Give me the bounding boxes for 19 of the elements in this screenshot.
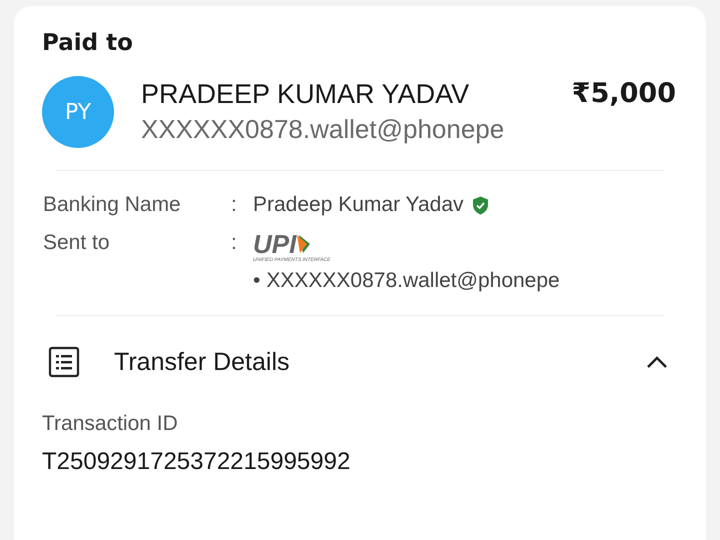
field-value: T2509291725372215995992 [42,448,352,476]
avatar: PY [42,76,114,148]
detail-label: Sent to [43,231,111,255]
section-title: Paid to [42,30,134,56]
amount: ₹5,000 [572,78,676,109]
detail-value: Pradeep Kumar Yadav [253,193,464,217]
chevron-logo-icon [297,234,312,254]
section-title: Transfer Details [114,348,291,376]
separator: : [231,231,238,255]
detail-label: Banking Name [43,193,182,217]
field-label: Transaction ID [42,412,179,436]
bullet: • [253,269,260,293]
separator: : [231,193,238,217]
payee-name: PRADEEP KUMAR YADAV [141,79,470,110]
chevron-icon [646,355,668,369]
payee-upi-id: XXXXXX0878.wallet@phonepe [141,114,506,145]
receipt-list-icon [48,346,80,378]
upi-logo-text: UPI [253,231,296,257]
detail-value: XXXXXX0878.wallet@phonepe [266,269,560,293]
